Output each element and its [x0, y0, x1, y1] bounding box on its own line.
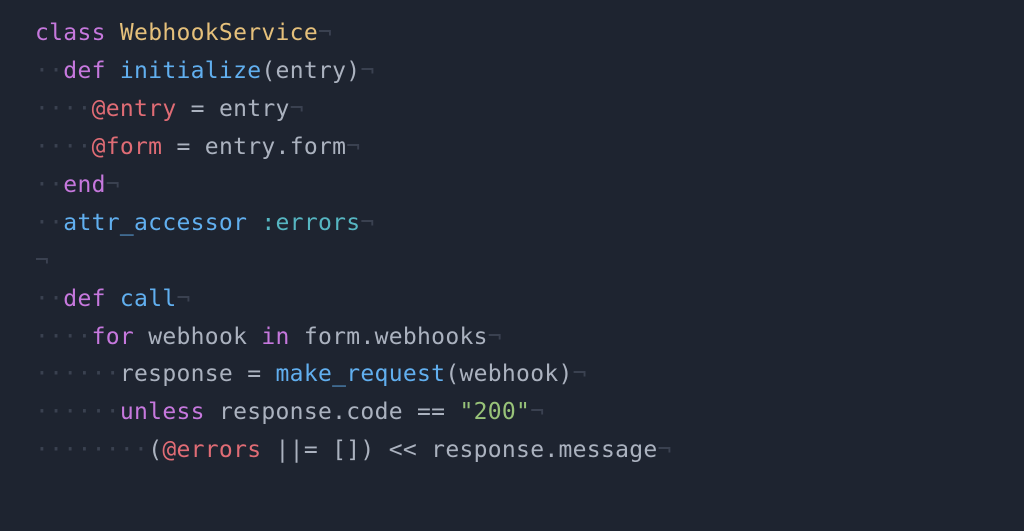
- newline-marker: ¬: [530, 399, 544, 425]
- variable: entry: [205, 134, 276, 160]
- keyword-def: def: [63, 286, 105, 312]
- newline-marker: ¬: [658, 437, 672, 463]
- keyword-unless: unless: [120, 399, 205, 425]
- paren-open: (: [148, 437, 162, 463]
- property: message: [559, 437, 658, 463]
- paren-close: ): [346, 58, 360, 84]
- string-literal: "200": [459, 399, 530, 425]
- indent-guide: ········: [35, 437, 148, 463]
- dot-accessor: .: [544, 437, 558, 463]
- paren-close: ): [360, 437, 374, 463]
- dot-accessor: .: [360, 324, 374, 350]
- indent-guide: ······: [35, 361, 120, 387]
- keyword-for: for: [92, 324, 134, 350]
- operator-append: <<: [375, 437, 432, 463]
- variable: response: [431, 437, 544, 463]
- variable: response: [120, 361, 233, 387]
- code-line-11: ······unless response.code == "200"¬: [0, 394, 1024, 432]
- operator-assign: =: [176, 96, 218, 122]
- method-call: make_request: [276, 361, 446, 387]
- operator-equals: ==: [403, 399, 460, 425]
- newline-marker: ¬: [177, 286, 191, 312]
- newline-marker: ¬: [318, 20, 332, 46]
- operator-assign: =: [162, 134, 204, 160]
- newline-marker: ¬: [35, 248, 49, 274]
- code-line-1: class WebhookService¬: [0, 15, 1024, 53]
- attr-accessor: attr_accessor: [63, 210, 247, 236]
- code-editor[interactable]: class WebhookService¬ ··def initialize(e…: [0, 15, 1024, 470]
- newline-marker: ¬: [360, 210, 374, 236]
- code-line-12: ········(@errors ||= []) << response.mes…: [0, 432, 1024, 470]
- code-line-4: ····@form = entry.form¬: [0, 129, 1024, 167]
- dot-accessor: .: [276, 134, 290, 160]
- code-line-9: ····for webhook in form.webhooks¬: [0, 319, 1024, 357]
- newline-marker: ¬: [360, 58, 374, 84]
- keyword-in: in: [261, 324, 289, 350]
- code-line-8: ··def call¬: [0, 281, 1024, 319]
- method-name: call: [120, 286, 177, 312]
- instance-variable: @entry: [92, 96, 177, 122]
- newline-marker: ¬: [488, 324, 502, 350]
- indent-guide: ····: [35, 134, 92, 160]
- property: code: [346, 399, 403, 425]
- instance-variable: @form: [92, 134, 163, 160]
- keyword-def: def: [63, 58, 105, 84]
- newline-marker: ¬: [346, 134, 360, 160]
- paren-open: (: [445, 361, 459, 387]
- symbol: :errors: [261, 210, 360, 236]
- code-line-2: ··def initialize(entry)¬: [0, 53, 1024, 91]
- keyword-end: end: [63, 172, 105, 198]
- indent-guide: ······: [35, 399, 120, 425]
- array-literal: []: [332, 437, 360, 463]
- indent-guide: ··: [35, 286, 63, 312]
- indent-guide: ····: [35, 96, 92, 122]
- newline-marker: ¬: [573, 361, 587, 387]
- variable: webhook: [148, 324, 247, 350]
- newline-marker: ¬: [106, 172, 120, 198]
- indent-guide: ····: [35, 324, 92, 350]
- code-line-10: ······response = make_request(webhook)¬: [0, 356, 1024, 394]
- paren-open: (: [261, 58, 275, 84]
- indent-guide: ··: [35, 172, 63, 198]
- class-name: WebhookService: [120, 20, 318, 46]
- indent-guide: ··: [35, 58, 63, 84]
- parameter: entry: [276, 58, 347, 84]
- paren-close: ): [559, 361, 573, 387]
- operator-assign: =: [233, 361, 275, 387]
- instance-variable: @errors: [162, 437, 261, 463]
- operator-or-assign: ||=: [261, 437, 332, 463]
- method-name: initialize: [120, 58, 261, 84]
- newline-marker: ¬: [290, 96, 304, 122]
- code-line-3: ····@entry = entry¬: [0, 91, 1024, 129]
- code-line-5: ··end¬: [0, 167, 1024, 205]
- property: webhooks: [375, 324, 488, 350]
- property: form: [290, 134, 347, 160]
- variable: response: [219, 399, 332, 425]
- keyword-class: class: [35, 20, 106, 46]
- code-line-6: ··attr_accessor :errors¬: [0, 205, 1024, 243]
- variable: form: [304, 324, 361, 350]
- indent-guide: ··: [35, 210, 63, 236]
- code-line-7: ¬: [0, 243, 1024, 281]
- variable: entry: [219, 96, 290, 122]
- argument: webhook: [459, 361, 558, 387]
- dot-accessor: .: [332, 399, 346, 425]
